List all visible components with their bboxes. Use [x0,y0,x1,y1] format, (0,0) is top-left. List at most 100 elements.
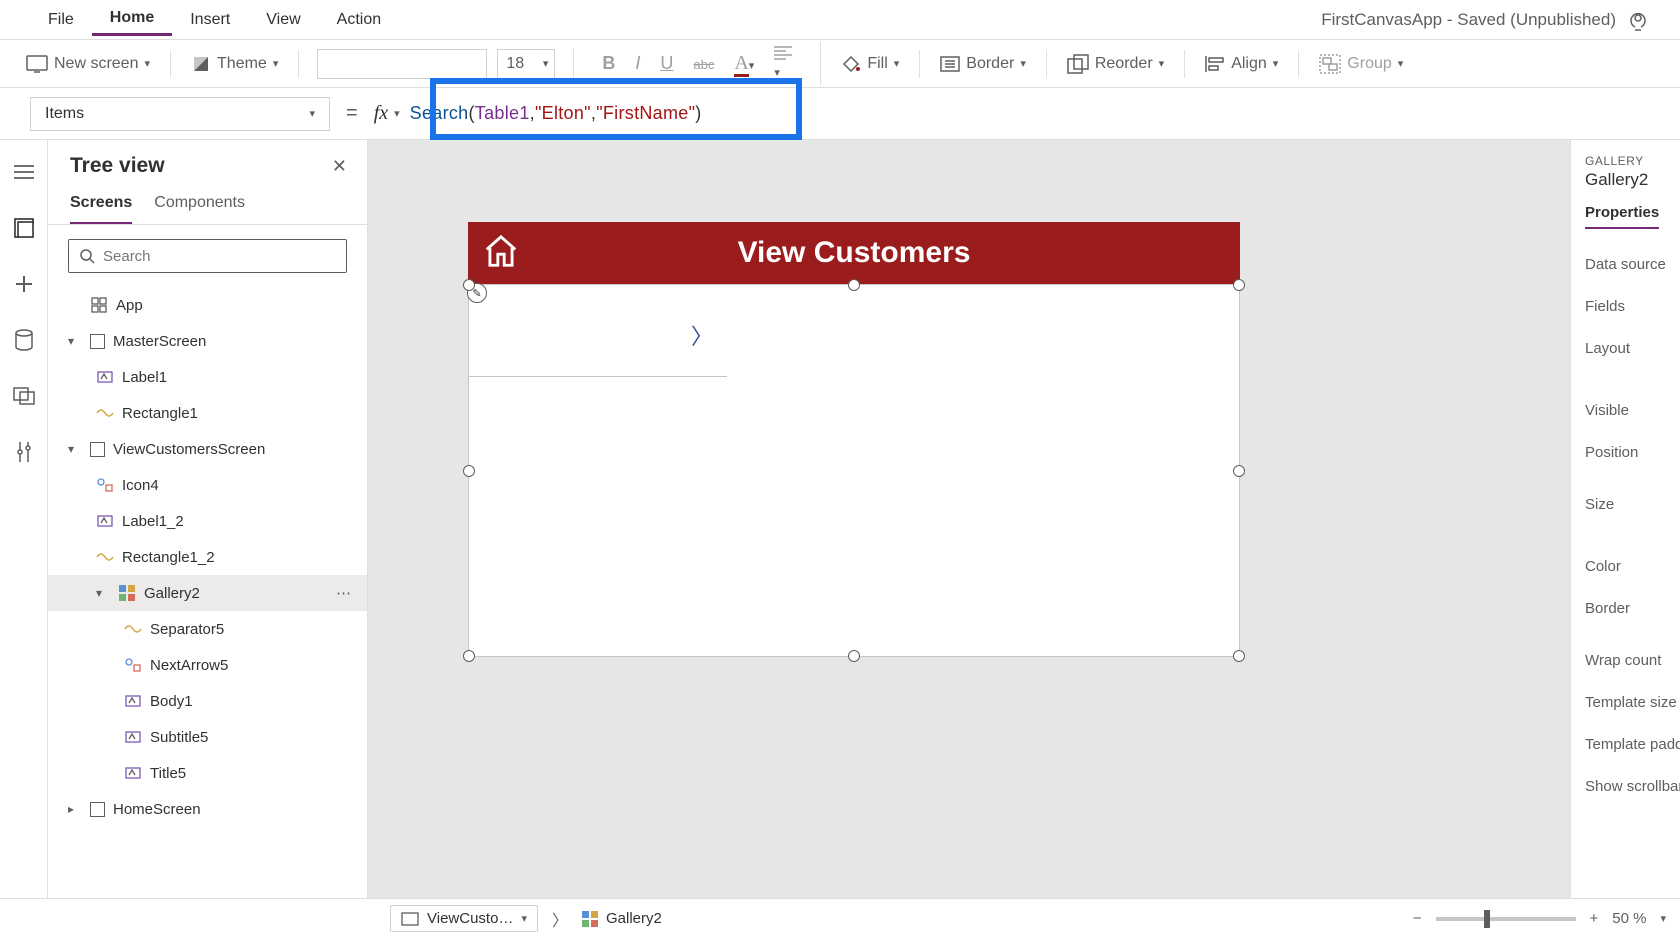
close-icon[interactable]: ✕ [332,156,347,177]
gallery-row[interactable]: 〉 [469,285,727,377]
tree-item-subtitle5[interactable]: Subtitle5 [48,719,367,755]
menu-view[interactable]: View [248,5,318,35]
font-family-select[interactable] [317,49,487,79]
tree-item-body1[interactable]: Body1 [48,683,367,719]
prop-border[interactable]: Border [1585,587,1680,629]
zoom-slider[interactable] [1436,917,1576,921]
prop-size[interactable]: Size [1585,483,1680,525]
menu-file[interactable]: File [30,5,92,35]
tree-item-app[interactable]: App [48,287,367,323]
selection-handle[interactable] [463,650,475,662]
menu-home[interactable]: Home [92,3,172,36]
fill-button[interactable]: Fill ▾ [839,50,901,78]
checkbox[interactable] [90,442,105,457]
gallery-control[interactable]: ✎ 〉 [468,284,1240,657]
italic-button[interactable]: I [625,49,650,78]
menu-insert[interactable]: Insert [172,5,248,35]
tree-item-label1-2[interactable]: Label1_2 [48,503,367,539]
canvas-screen[interactable]: View Customers ✎ 〉 [468,222,1240,657]
underline-button[interactable]: U [650,49,683,78]
tree-item-icon4[interactable]: Icon4 [48,467,367,503]
border-icon [940,56,960,72]
prop-layout[interactable]: Layout [1585,327,1680,369]
chevron-down-icon[interactable]: ▾ [96,586,110,600]
tree-item-separator5[interactable]: Separator5 [48,611,367,647]
tree-item-label: Label1_2 [122,513,184,530]
chevron-down-icon[interactable]: ▾ [68,442,82,456]
tree-panel: Tree view ✕ Screens Components App ▾ Mas… [48,140,368,898]
group-button[interactable]: Group ▾ [1317,50,1405,78]
tree-item-label1[interactable]: Label1 [48,359,367,395]
tree-item-nextarrow5[interactable]: NextArrow5 [48,647,367,683]
prop-visible[interactable]: Visible [1585,389,1680,431]
prop-fields[interactable]: Fields [1585,285,1680,327]
search-input[interactable] [68,239,347,273]
tab-components[interactable]: Components [154,194,245,224]
text-align-button[interactable]: ▾ [764,42,802,85]
support-icon[interactable] [1626,8,1650,32]
zoom-out-button[interactable]: − [1413,910,1422,927]
menu-action[interactable]: Action [319,5,399,35]
tree-view-button[interactable] [10,214,38,242]
zoom-in-button[interactable]: + [1590,910,1599,927]
formula-input[interactable]: Search(Table1, "Elton", "FirstName") [400,97,1650,131]
align-button[interactable]: Align ▾ [1203,51,1280,77]
prop-template-size[interactable]: Template size [1585,681,1680,723]
home-icon[interactable] [482,232,520,270]
tree-item-label: Label1 [122,369,167,386]
checkbox[interactable] [90,334,105,349]
selection-handle[interactable] [463,279,475,291]
reorder-button[interactable]: Reorder ▾ [1065,50,1166,78]
selection-handle[interactable] [848,279,860,291]
tree-item-viewcustomers[interactable]: ▾ ViewCustomersScreen [48,431,367,467]
tab-properties[interactable]: Properties [1585,204,1659,229]
prop-show-scrollbar[interactable]: Show scrollbar [1585,765,1680,807]
tree-item-homescreen[interactable]: ▸ HomeScreen [48,791,367,827]
rectangle-icon [96,406,114,420]
shapes-icon [124,658,142,672]
selection-handle[interactable] [463,465,475,477]
tab-screens[interactable]: Screens [70,194,132,224]
new-screen-button[interactable]: New screen ▾ [24,51,152,77]
chevron-right-icon[interactable]: ▸ [68,802,82,816]
prop-data-source[interactable]: Data source [1585,243,1680,285]
bold-button[interactable]: B [592,49,625,78]
selection-handle[interactable] [1233,650,1245,662]
font-color-button[interactable]: A▾ [724,48,764,79]
tools-button[interactable] [10,438,38,466]
chevron-down-icon[interactable]: ▾ [1660,912,1666,925]
tree-item-masterscreen[interactable]: ▾ MasterScreen [48,323,367,359]
tree-item-rectangle1-2[interactable]: Rectangle1_2 [48,539,367,575]
selection-handle[interactable] [1233,465,1245,477]
property-selector[interactable]: Items ▾ [30,97,330,131]
selection-handle[interactable] [848,650,860,662]
gallery-icon [582,911,598,927]
font-size-input[interactable]: 18▾ [497,49,555,79]
prop-wrap-count[interactable]: Wrap count [1585,639,1680,681]
chevron-right-icon[interactable]: 〉 [691,319,713,351]
more-icon[interactable]: ⋯ [336,584,353,602]
tree-item-gallery2[interactable]: ▾ Gallery2 ⋯ [48,575,367,611]
strikethrough-button[interactable]: abc [683,49,724,78]
media-button[interactable] [10,382,38,410]
breadcrumb-control[interactable]: Gallery2 [582,910,662,927]
selection-handle[interactable] [1233,279,1245,291]
tree-item-label: MasterScreen [113,333,206,350]
prop-template-padding[interactable]: Template padding [1585,723,1680,765]
checkbox[interactable] [90,802,105,817]
border-button[interactable]: Border ▾ [938,51,1028,77]
breadcrumb-screen[interactable]: ViewCusto… ▾ [390,905,538,932]
label-icon [97,513,113,529]
canvas[interactable]: View Customers ✎ 〉 [368,140,1570,898]
slider-thumb[interactable] [1484,910,1490,928]
data-button[interactable] [10,326,38,354]
insert-button[interactable] [10,270,38,298]
prop-color[interactable]: Color [1585,545,1680,587]
hamburger-button[interactable] [10,158,38,186]
search-field[interactable] [103,248,336,265]
chevron-down-icon[interactable]: ▾ [68,334,82,348]
prop-position[interactable]: Position [1585,431,1680,473]
tree-item-title5[interactable]: Title5 [48,755,367,791]
theme-button[interactable]: Theme ▾ [189,50,280,78]
tree-item-rectangle1[interactable]: Rectangle1 [48,395,367,431]
